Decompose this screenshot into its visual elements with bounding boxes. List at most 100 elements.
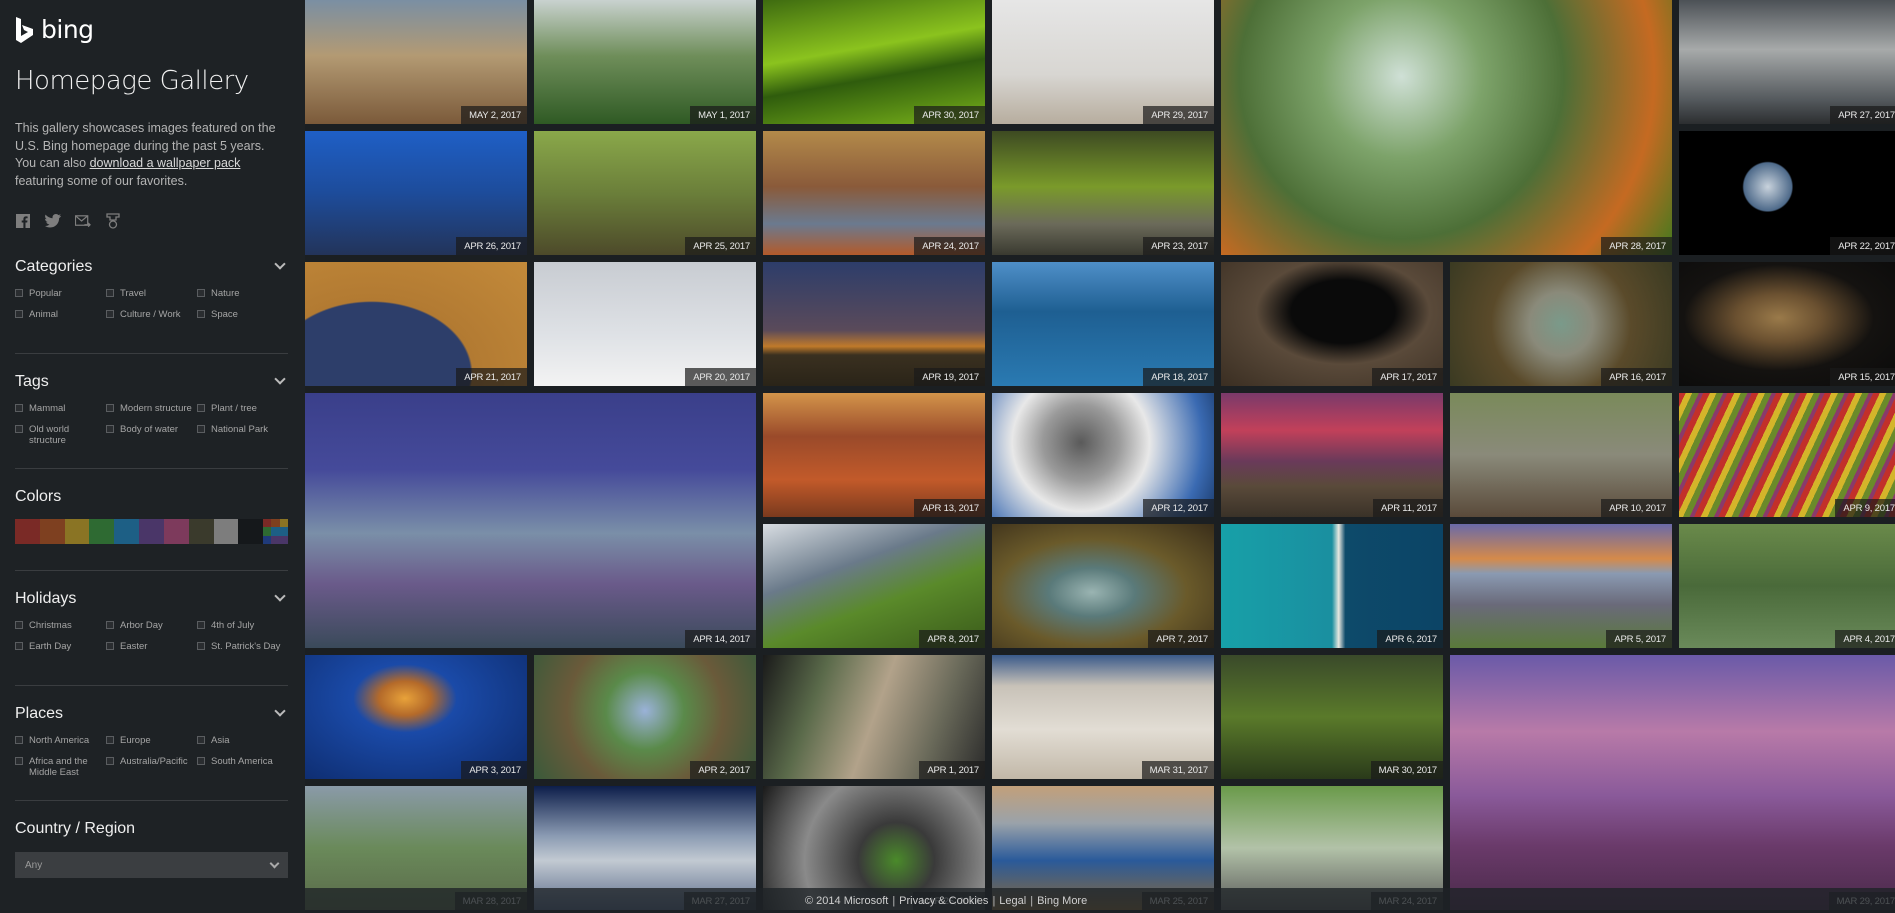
chevron-down-icon[interactable]	[274, 592, 286, 604]
color-swatch-multicolor[interactable]	[263, 519, 288, 544]
checkbox[interactable]	[15, 404, 23, 412]
checkbox[interactable]	[15, 289, 23, 297]
gallery-tile[interactable]: MAY 2, 2017	[305, 0, 527, 124]
filter-option[interactable]: Animal	[15, 309, 106, 320]
filter-option[interactable]: Popular	[15, 288, 106, 299]
gallery-tile[interactable]: APR 11, 2017	[1221, 393, 1443, 517]
checkbox[interactable]	[106, 404, 114, 412]
gallery-tile[interactable]: APR 9, 2017	[1679, 393, 1895, 517]
gallery-tile[interactable]: APR 16, 2017	[1450, 262, 1672, 386]
checkbox[interactable]	[106, 736, 114, 744]
footer-link-privacy[interactable]: Privacy & Cookies	[899, 895, 988, 907]
checkbox[interactable]	[106, 757, 114, 765]
checkbox[interactable]	[15, 757, 23, 765]
gallery-tile[interactable]: APR 14, 2017	[305, 393, 756, 648]
gallery-tile[interactable]: MAY 1, 2017	[534, 0, 756, 124]
gallery-tile[interactable]: APR 4, 2017	[1679, 524, 1895, 648]
filter-option[interactable]: Travel	[106, 288, 197, 299]
checkbox[interactable]	[197, 425, 205, 433]
checkbox[interactable]	[106, 289, 114, 297]
chevron-down-icon[interactable]	[274, 375, 286, 387]
filter-option[interactable]: Africa and the Middle East	[15, 756, 106, 778]
color-swatch[interactable]	[114, 519, 140, 544]
filter-option[interactable]: Space	[197, 309, 288, 320]
filter-option[interactable]: 4th of July	[197, 620, 288, 631]
gallery-tile[interactable]: APR 12, 2017	[992, 393, 1214, 517]
filter-option[interactable]: South America	[197, 756, 288, 778]
gallery-tile[interactable]: APR 19, 2017	[763, 262, 985, 386]
award-icon[interactable]	[105, 213, 121, 229]
chevron-down-icon[interactable]	[274, 707, 286, 719]
checkbox[interactable]	[15, 621, 23, 629]
gallery-tile[interactable]: APR 10, 2017	[1450, 393, 1672, 517]
gallery-tile[interactable]: APR 5, 2017	[1450, 524, 1672, 648]
color-swatch[interactable]	[139, 519, 164, 544]
checkbox[interactable]	[106, 425, 114, 433]
gallery-tile[interactable]: APR 2, 2017	[534, 655, 756, 779]
checkbox[interactable]	[106, 310, 114, 318]
filter-option[interactable]: Body of water	[106, 424, 197, 446]
chevron-down-icon[interactable]	[274, 260, 286, 272]
facebook-icon[interactable]	[15, 213, 31, 229]
color-swatch[interactable]	[163, 519, 189, 544]
checkbox[interactable]	[197, 310, 205, 318]
checkbox[interactable]	[106, 621, 114, 629]
gallery-tile[interactable]: APR 17, 2017	[1221, 262, 1443, 386]
filter-option[interactable]: National Park	[197, 424, 288, 446]
gallery-tile[interactable]: APR 23, 2017	[992, 131, 1214, 255]
gallery-tile[interactable]: APR 28, 2017	[1221, 0, 1672, 255]
checkbox[interactable]	[197, 404, 205, 412]
filter-option[interactable]: Plant / tree	[197, 403, 288, 414]
color-swatch[interactable]	[39, 519, 65, 544]
color-swatch[interactable]	[213, 519, 239, 544]
gallery-tile[interactable]: APR 6, 2017	[1221, 524, 1443, 648]
filter-option[interactable]: Mammal	[15, 403, 106, 414]
gallery-tile[interactable]: APR 20, 2017	[534, 262, 756, 386]
gallery-tile[interactable]: APR 26, 2017	[305, 131, 527, 255]
checkbox[interactable]	[197, 289, 205, 297]
checkbox[interactable]	[197, 757, 205, 765]
filter-option[interactable]: Asia	[197, 735, 288, 746]
gallery-tile[interactable]: APR 15, 2017	[1679, 262, 1895, 386]
color-swatch[interactable]	[64, 519, 90, 544]
gallery-tile[interactable]: APR 27, 2017	[1679, 0, 1895, 124]
footer-link-legal[interactable]: Legal	[999, 895, 1026, 907]
filter-option[interactable]: St. Patrick's Day	[197, 641, 288, 652]
color-swatch[interactable]	[15, 519, 40, 544]
gallery-tile[interactable]: APR 18, 2017	[992, 262, 1214, 386]
checkbox[interactable]	[15, 425, 23, 433]
filter-option[interactable]: Culture / Work	[106, 309, 197, 320]
filter-option[interactable]: Modern structure	[106, 403, 197, 414]
checkbox[interactable]	[197, 736, 205, 744]
country-select[interactable]: Any	[15, 852, 288, 878]
footer-link-bing-more[interactable]: Bing More	[1037, 895, 1087, 907]
wallpaper-pack-link[interactable]: download a wallpaper pack	[90, 156, 241, 170]
gallery-tile[interactable]: APR 29, 2017	[992, 0, 1214, 124]
checkbox[interactable]	[15, 642, 23, 650]
checkbox[interactable]	[106, 642, 114, 650]
filter-option[interactable]: Old world structure	[15, 424, 106, 446]
color-swatch[interactable]	[89, 519, 115, 544]
filter-option[interactable]: Australia/Pacific	[106, 756, 197, 778]
filter-option[interactable]: Christmas	[15, 620, 106, 631]
gallery-tile[interactable]: APR 25, 2017	[534, 131, 756, 255]
gallery-tile[interactable]: APR 22, 2017	[1679, 131, 1895, 255]
gallery-tile[interactable]: MAR 30, 2017	[1221, 655, 1443, 779]
color-swatch[interactable]	[238, 519, 264, 544]
gallery-tile[interactable]: APR 13, 2017	[763, 393, 985, 517]
twitter-icon[interactable]	[45, 213, 61, 229]
gallery-tile[interactable]: APR 30, 2017	[763, 0, 985, 124]
gallery-tile[interactable]: APR 24, 2017	[763, 131, 985, 255]
gallery-tile[interactable]: APR 21, 2017	[305, 262, 527, 386]
checkbox[interactable]	[15, 310, 23, 318]
email-share-icon[interactable]	[75, 213, 91, 229]
filter-option[interactable]: Nature	[197, 288, 288, 299]
gallery-tile[interactable]: MAR 29, 2017	[1450, 655, 1895, 910]
bing-logo[interactable]: bing	[15, 15, 94, 44]
gallery-tile[interactable]: APR 1, 2017	[763, 655, 985, 779]
checkbox[interactable]	[15, 736, 23, 744]
color-swatch[interactable]	[188, 519, 214, 544]
gallery-tile[interactable]: MAR 31, 2017	[992, 655, 1214, 779]
filter-option[interactable]: North America	[15, 735, 106, 746]
filter-option[interactable]: Earth Day	[15, 641, 106, 652]
